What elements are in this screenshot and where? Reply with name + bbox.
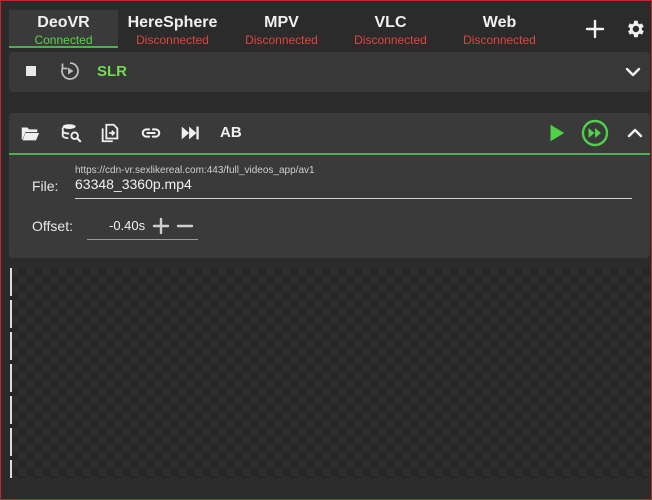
chevron-down-icon[interactable] xyxy=(624,63,642,81)
device-tabs: DeoVR Connected HereSphere Disconnected … xyxy=(9,10,554,48)
player-panel: AB https://cdn-vr.sexlikereal.com:443/fu… xyxy=(9,113,650,258)
offset-field[interactable]: -0.40s xyxy=(87,213,198,240)
decrease-offset-icon[interactable] xyxy=(176,217,194,235)
skip-next-icon[interactable] xyxy=(179,122,201,144)
tab-heresphere[interactable]: HereSphere Disconnected xyxy=(118,10,227,48)
offset-label: Offset: xyxy=(32,218,73,234)
fast-forward-circle-icon[interactable] xyxy=(581,119,609,147)
refresh-play-icon[interactable] xyxy=(59,60,81,82)
play-icon[interactable] xyxy=(545,122,567,144)
tab-status: Disconnected xyxy=(136,33,209,47)
stop-icon[interactable] xyxy=(24,64,38,78)
tab-deovr[interactable]: DeoVR Connected xyxy=(9,10,118,48)
gear-icon[interactable] xyxy=(624,18,646,40)
tab-status: Disconnected xyxy=(245,33,318,47)
tab-name: VLC xyxy=(374,14,407,31)
slr-bar: SLR xyxy=(9,52,650,92)
offset-value: -0.40s xyxy=(109,218,146,233)
tab-mpv[interactable]: MPV Disconnected xyxy=(227,10,336,48)
slr-label: SLR xyxy=(97,63,127,80)
tab-status: Disconnected xyxy=(463,33,536,47)
ab-loop-button[interactable]: AB xyxy=(220,124,242,141)
timeline-area[interactable] xyxy=(10,268,650,478)
file-url: https://cdn-vr.sexlikereal.com:443/full_… xyxy=(75,165,315,176)
tab-status: Disconnected xyxy=(354,33,427,47)
tab-name: HereSphere xyxy=(127,14,218,31)
tab-name: MPV xyxy=(264,14,299,31)
database-search-icon[interactable] xyxy=(60,122,82,144)
file-name-field[interactable]: 63348_3360p.mp4 xyxy=(75,176,632,199)
tab-name: DeoVR xyxy=(37,14,90,31)
player-toolbar: AB xyxy=(9,113,650,155)
add-icon[interactable] xyxy=(584,18,606,40)
file-name-value: 63348_3360p.mp4 xyxy=(75,176,192,192)
folder-open-icon[interactable] xyxy=(19,122,41,144)
increase-offset-icon[interactable] xyxy=(152,217,170,235)
copy-file-icon[interactable] xyxy=(99,122,121,144)
timeline-cursor xyxy=(10,268,12,478)
tab-name: Web xyxy=(482,14,517,31)
link-icon[interactable] xyxy=(140,122,162,144)
tab-vlc[interactable]: VLC Disconnected xyxy=(336,10,445,48)
chevron-up-icon[interactable] xyxy=(626,124,644,142)
tab-status: Connected xyxy=(34,33,93,47)
tab-web[interactable]: Web Disconnected xyxy=(445,10,554,48)
file-label: File: xyxy=(32,178,59,194)
